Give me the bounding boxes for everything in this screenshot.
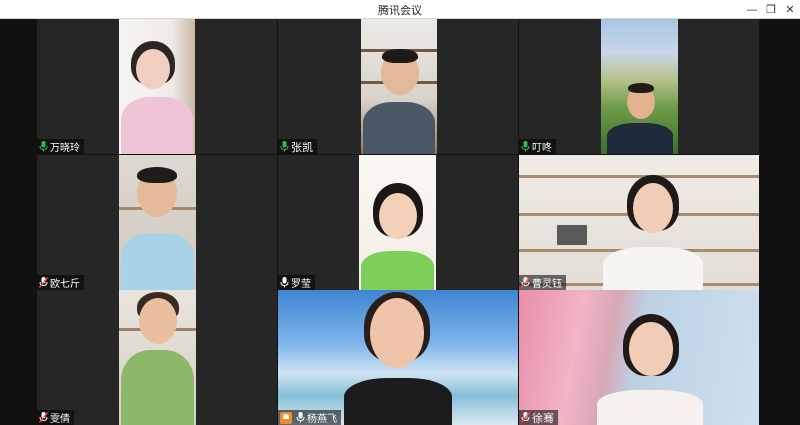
participant-video xyxy=(361,19,437,154)
microphone-muted-icon xyxy=(521,277,530,288)
close-button[interactable]: ✕ xyxy=(779,1,800,17)
participant-name: 张凯 xyxy=(291,140,313,154)
microphone-icon xyxy=(280,141,289,152)
video-tile[interactable]: 徐骞 xyxy=(519,290,759,425)
participant-video xyxy=(519,155,759,290)
microphone-icon xyxy=(296,412,305,423)
host-icon xyxy=(280,411,292,424)
participant-video xyxy=(119,155,196,290)
participant-name: 叮咚 xyxy=(532,143,552,154)
microphone-muted-icon xyxy=(39,412,48,423)
participant-name: 万晓玲 xyxy=(50,143,80,154)
video-tile[interactable]: 张凯 xyxy=(278,19,518,154)
name-tag: 欧七斤 xyxy=(37,275,84,290)
microphone-icon xyxy=(521,141,530,152)
participant-name: 曹灵钰 xyxy=(532,279,562,290)
name-tag: 杨燕飞 xyxy=(278,410,341,425)
name-tag: 罗莹 xyxy=(278,275,315,290)
name-tag: 万晓玲 xyxy=(37,139,84,154)
title-bar: 腾讯会议 — ❐ ✕ xyxy=(0,0,800,19)
name-tag: 叮咚 xyxy=(519,139,556,154)
participant-video xyxy=(601,19,678,154)
microphone-icon xyxy=(39,141,48,152)
participant-name: 杨燕飞 xyxy=(307,414,337,425)
video-tile[interactable]: 曹灵钰 xyxy=(519,155,759,290)
microphone-muted-icon xyxy=(521,412,530,423)
participant-name: 罗莹 xyxy=(291,279,311,290)
microphone-icon xyxy=(280,277,289,288)
video-tile[interactable]: 罗莹 xyxy=(278,155,518,290)
participant-video xyxy=(278,290,518,425)
window-title: 腾讯会议 xyxy=(378,4,422,17)
video-tile[interactable]: 万晓玲 xyxy=(37,19,277,154)
name-tag: 曹灵钰 xyxy=(519,275,566,290)
participant-name: 徐骞 xyxy=(532,411,554,425)
participant-video xyxy=(119,290,196,425)
video-grid: 万晓玲 张凯 叮咚 欧七斤 罗莹 曹灵钰 雯倩 杨燕飞 徐骞 xyxy=(0,19,800,425)
name-tag: 徐骞 xyxy=(519,410,558,425)
video-tile[interactable]: 杨燕飞 xyxy=(278,290,518,425)
name-tag: 张凯 xyxy=(278,139,317,154)
video-tile[interactable]: 叮咚 xyxy=(519,19,759,154)
video-tile[interactable]: 雯倩 xyxy=(37,290,277,425)
participant-name: 欧七斤 xyxy=(50,279,80,290)
video-tile[interactable]: 欧七斤 xyxy=(37,155,277,290)
participant-video xyxy=(359,155,436,290)
participant-name: 雯倩 xyxy=(50,414,70,425)
participant-video xyxy=(119,19,195,154)
microphone-muted-icon xyxy=(39,277,48,288)
name-tag: 雯倩 xyxy=(37,410,74,425)
participant-video xyxy=(519,290,759,425)
